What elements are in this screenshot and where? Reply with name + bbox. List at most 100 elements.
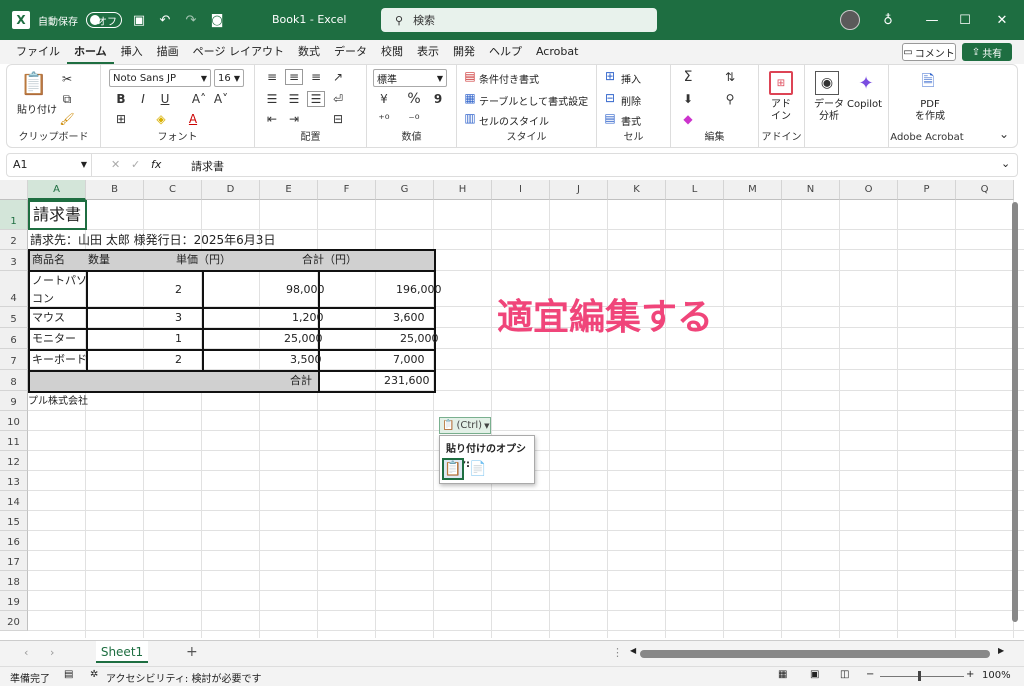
sort-filter-icon[interactable]: ⇅	[721, 69, 739, 85]
addins-button[interactable]: アド イン	[771, 99, 791, 123]
column-header-h[interactable]: H	[434, 180, 492, 200]
name-box[interactable]: A1 ▼	[7, 154, 92, 176]
formula-input[interactable]: 請求書	[191, 158, 224, 174]
item-qty[interactable]: 2	[175, 351, 182, 369]
scroll-right-icon[interactable]: ▶	[998, 646, 1004, 655]
zoom-level[interactable]: 100%	[982, 670, 1011, 681]
tab-developer[interactable]: 開発	[446, 40, 482, 64]
percent-button[interactable]: %	[405, 91, 423, 107]
expand-formula-icon[interactable]: ⌄	[1001, 157, 1010, 170]
page-break-view-icon[interactable]: ◫	[840, 669, 849, 680]
search-box[interactable]: ⚲ 検索	[381, 8, 657, 32]
row-header-8[interactable]: 8	[0, 370, 28, 391]
row-header-18[interactable]: 18	[0, 571, 28, 591]
paste-icon[interactable]: 📋	[20, 71, 47, 97]
share-button[interactable]: ⇪ 共有	[962, 43, 1012, 61]
column-header-l[interactable]: L	[666, 180, 724, 200]
font-name-select[interactable]: Noto Sans JP ▼	[109, 69, 211, 87]
item-name[interactable]: ノートパソ	[32, 272, 87, 290]
row-header-15[interactable]: 15	[0, 511, 28, 531]
scroll-left-icon[interactable]: ‹	[24, 646, 28, 659]
tab-page-layout[interactable]: ページ レイアウト	[186, 40, 291, 64]
normal-view-icon[interactable]: ▦	[778, 669, 787, 680]
zoom-in-icon[interactable]: +	[966, 669, 974, 680]
column-header-d[interactable]: D	[202, 180, 260, 200]
item-total[interactable]: 3,600	[393, 309, 425, 327]
header-product[interactable]: 商品名	[32, 251, 65, 269]
tab-file[interactable]: ファイル	[9, 40, 67, 64]
tab-view[interactable]: 表示	[410, 40, 446, 64]
bold-button[interactable]: B	[113, 91, 129, 107]
find-select-icon[interactable]: ⚲	[721, 91, 739, 107]
row-header-16[interactable]: 16	[0, 531, 28, 551]
item-name[interactable]: キーボード	[32, 351, 87, 369]
align-top-icon[interactable]: ≡	[263, 69, 281, 85]
vertical-scrollbar[interactable]	[1012, 202, 1018, 622]
header-total[interactable]: 合計（円）	[302, 251, 357, 269]
accounting-format-icon[interactable]: ¥	[375, 91, 393, 107]
zoom-slider[interactable]	[880, 676, 964, 677]
item-name[interactable]: マウス	[32, 309, 65, 327]
addins-icon[interactable]: ⊞	[769, 71, 793, 95]
decrease-decimal-icon[interactable]: ⁻⁰	[405, 111, 423, 127]
copilot-icon[interactable]: ✦	[853, 71, 879, 95]
row-header-17[interactable]: 17	[0, 551, 28, 571]
format-painter-icon[interactable]: 🖌	[59, 111, 75, 127]
header-price[interactable]: 単価（円）	[176, 251, 231, 269]
align-center-icon[interactable]: ☰	[285, 91, 303, 107]
borders-icon[interactable]: ⊞	[113, 111, 129, 127]
clear-icon[interactable]: ◆	[679, 111, 697, 127]
comma-style-button[interactable]: 9	[429, 91, 447, 107]
column-header-m[interactable]: M	[724, 180, 782, 200]
copilot-button[interactable]: Copilot	[847, 99, 882, 110]
copy-icon[interactable]: ⧉	[59, 91, 75, 107]
add-sheet-button[interactable]: +	[186, 644, 198, 660]
close-icon[interactable]: ✕	[992, 10, 1012, 30]
delete-cells-button[interactable]: 削除	[621, 93, 641, 108]
item-qty[interactable]: 1	[175, 330, 182, 348]
row-header-2[interactable]: 2	[0, 230, 28, 250]
sum-value[interactable]: 231,600	[384, 372, 430, 390]
number-format-select[interactable]: 標準 ▼	[373, 69, 447, 87]
item-total[interactable]: 196,000	[396, 281, 442, 299]
column-header-j[interactable]: J	[550, 180, 608, 200]
select-all-corner[interactable]	[0, 180, 28, 200]
conditional-format-button[interactable]: 条件付き書式	[479, 71, 539, 86]
column-header-q[interactable]: Q	[956, 180, 1014, 200]
minimize-icon[interactable]: —	[922, 10, 942, 30]
tab-formulas[interactable]: 数式	[291, 40, 327, 64]
row-header-13[interactable]: 13	[0, 471, 28, 491]
column-header-n[interactable]: N	[782, 180, 840, 200]
sheet-tab-sheet1[interactable]: Sheet1	[96, 641, 148, 663]
column-header-a[interactable]: A	[28, 180, 86, 200]
column-header-f[interactable]: F	[318, 180, 376, 200]
row-header-7[interactable]: 7	[0, 349, 28, 370]
data-analysis-button[interactable]: データ 分析	[814, 99, 844, 123]
tab-help[interactable]: ヘルプ	[482, 40, 529, 64]
tab-data[interactable]: データ	[327, 40, 374, 64]
accessibility-status[interactable]: アクセシビリティ: 検討が必要です	[106, 670, 261, 685]
column-header-g[interactable]: G	[376, 180, 434, 200]
accessibility-icon[interactable]: ✲	[90, 669, 98, 680]
column-header-b[interactable]: B	[86, 180, 144, 200]
insert-function-icon[interactable]: fx	[151, 158, 161, 171]
tab-insert[interactable]: 挿入	[114, 40, 150, 64]
tab-home[interactable]: ホーム	[67, 40, 114, 64]
autosum-icon[interactable]: Σ	[679, 69, 697, 85]
screenshot-icon[interactable]: ◙	[208, 11, 226, 29]
row-header-12[interactable]: 12	[0, 451, 28, 471]
enter-icon[interactable]: ✓	[131, 158, 140, 171]
decrease-indent-icon[interactable]: ⇤	[263, 111, 281, 127]
cancel-icon[interactable]: ✕	[111, 158, 120, 171]
scroll-right-icon[interactable]: ›	[50, 646, 54, 659]
tab-review[interactable]: 校閲	[374, 40, 410, 64]
match-destination-formatting-icon[interactable]: 📄	[467, 458, 489, 480]
column-header-c[interactable]: C	[144, 180, 202, 200]
item-total[interactable]: 25,000	[400, 330, 439, 348]
page-layout-view-icon[interactable]: ▣	[810, 669, 819, 680]
zoom-slider-thumb[interactable]	[918, 671, 921, 681]
underline-button[interactable]: U	[157, 91, 173, 107]
align-left-icon[interactable]: ☰	[263, 91, 281, 107]
column-header-i[interactable]: I	[492, 180, 550, 200]
row-header-9[interactable]: 9	[0, 391, 28, 411]
